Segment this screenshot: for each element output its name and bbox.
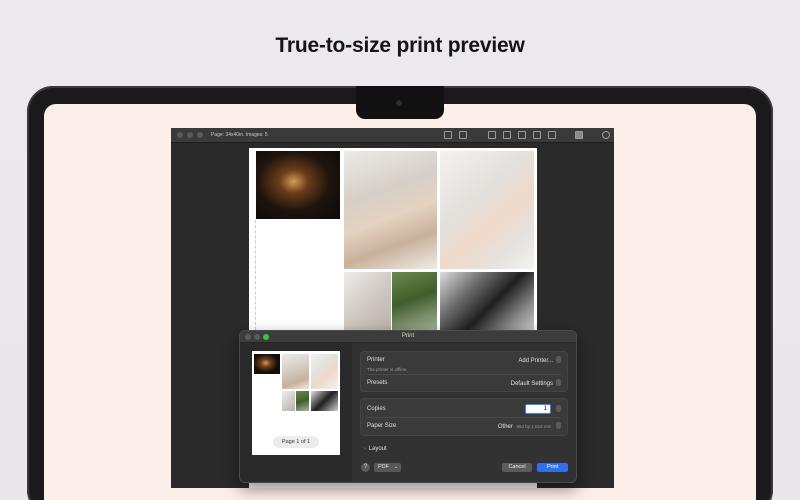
photo-plants[interactable] bbox=[392, 272, 437, 332]
chevron-down-icon: ⌄ bbox=[393, 464, 398, 470]
photo-building[interactable] bbox=[440, 272, 534, 332]
dialog-titlebar: Print bbox=[240, 331, 576, 343]
printer-select[interactable]: Add Printer... bbox=[518, 356, 561, 364]
copies-input[interactable]: 1 bbox=[525, 404, 551, 414]
settings-icon[interactable] bbox=[602, 131, 610, 139]
panel-icon[interactable] bbox=[548, 131, 556, 139]
print-dialog: Print Page 1 of 1 Printer Add Printer... bbox=[239, 330, 577, 483]
rectangle-icon[interactable] bbox=[533, 131, 541, 139]
image-icon[interactable] bbox=[459, 131, 467, 139]
copies-section: Copies 1 Paper Size Other 864 by 1,016 m… bbox=[360, 398, 568, 436]
layers-icon[interactable] bbox=[503, 131, 511, 139]
laptop-screen: Page: 34x40in. Images: 5 Print Page 1 of… bbox=[44, 104, 756, 500]
thumb-photo-baby bbox=[311, 354, 338, 389]
pdf-label: PDF bbox=[378, 464, 389, 470]
copies-stepper[interactable] bbox=[553, 405, 561, 413]
thumb-photo-plants bbox=[296, 391, 309, 411]
page-indicator: Page 1 of 1 bbox=[273, 436, 319, 448]
paper-size-detail: 864 by 1,016 mm bbox=[516, 424, 552, 430]
divider bbox=[367, 417, 561, 418]
photo-chair[interactable] bbox=[344, 272, 391, 332]
disclosure-chevron-icon: › bbox=[364, 446, 366, 452]
camera-icon bbox=[396, 100, 402, 106]
help-button[interactable]: ? bbox=[361, 463, 370, 472]
popup-arrows-icon bbox=[556, 356, 561, 363]
printer-row[interactable]: Printer Add Printer... bbox=[367, 356, 561, 364]
presets-select[interactable]: Default Settings bbox=[511, 379, 561, 387]
close-window-button[interactable] bbox=[177, 132, 183, 138]
headline: True-to-size print preview bbox=[275, 34, 525, 57]
cancel-button[interactable]: Cancel bbox=[502, 463, 532, 472]
laptop-frame: Page: 34x40in. Images: 5 Print Page 1 of… bbox=[27, 86, 773, 500]
print-icon[interactable] bbox=[575, 131, 583, 139]
photo-baby[interactable] bbox=[440, 151, 534, 269]
minimize-window-button[interactable] bbox=[187, 132, 193, 138]
layout-disclosure[interactable]: › Layout bbox=[364, 446, 387, 452]
photo-candle[interactable] bbox=[256, 151, 340, 219]
photo-hands[interactable] bbox=[344, 151, 437, 269]
paper-size-row[interactable]: Paper Size Other 864 by 1,016 mm bbox=[367, 422, 561, 430]
printer-label: Printer bbox=[367, 357, 385, 363]
popup-arrows-icon bbox=[556, 379, 561, 386]
thumb-photo-hands bbox=[282, 354, 309, 389]
frame-icon[interactable] bbox=[518, 131, 526, 139]
divider bbox=[367, 374, 561, 375]
printer-section: Printer Add Printer... The printer is of… bbox=[360, 351, 568, 392]
app-toolbar: Page: 34x40in. Images: 5 bbox=[171, 128, 614, 143]
dialog-preview-pane: Page 1 of 1 bbox=[240, 343, 352, 482]
copies-row: Copies 1 bbox=[367, 404, 561, 414]
dialog-title: Print bbox=[401, 333, 415, 339]
paper-size-select[interactable]: Other 864 by 1,016 mm bbox=[498, 422, 561, 430]
presets-row[interactable]: Presets Default Settings bbox=[367, 379, 561, 387]
crop-icon[interactable] bbox=[488, 131, 496, 139]
zoom-window-button[interactable] bbox=[197, 132, 203, 138]
copies-label: Copies bbox=[367, 406, 386, 412]
thumb-photo-chair bbox=[282, 391, 295, 411]
paper-size-label: Paper Size bbox=[367, 423, 397, 429]
print-button[interactable]: Print bbox=[537, 463, 568, 472]
toolbar-icons bbox=[437, 131, 610, 139]
stepper-arrows-icon bbox=[556, 405, 561, 412]
thumb-photo-building bbox=[311, 391, 338, 411]
presets-label: Presets bbox=[367, 380, 388, 386]
margin-guide bbox=[255, 220, 256, 330]
popup-arrows-icon bbox=[556, 422, 561, 429]
pdf-menu-button[interactable]: PDF ⌄ bbox=[374, 463, 401, 472]
camera-notch bbox=[356, 86, 444, 119]
printer-status: The printer is offline. bbox=[367, 367, 408, 372]
document-icon[interactable] bbox=[444, 131, 452, 139]
thumb-photo-candle bbox=[254, 354, 280, 374]
page-info: Page: 34x40in. Images: 5 bbox=[211, 132, 268, 138]
layout-label: Layout bbox=[368, 446, 387, 452]
